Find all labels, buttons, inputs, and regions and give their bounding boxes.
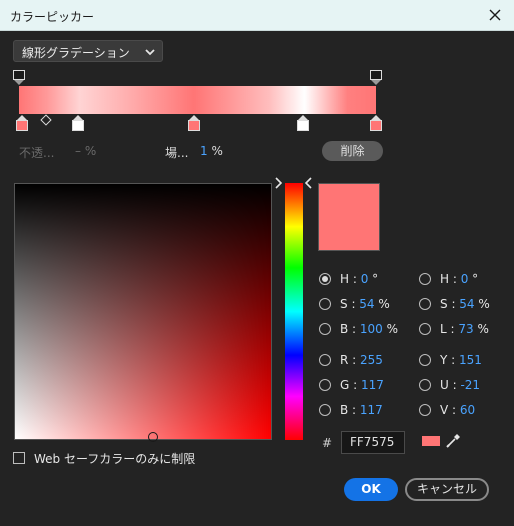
field-letter: L [440, 322, 447, 336]
opacity-field[interactable]: 不透... [19, 144, 54, 161]
radio-button[interactable] [419, 379, 431, 391]
field-value[interactable]: 0 [461, 272, 469, 286]
radio-button[interactable] [419, 323, 431, 335]
radio-button[interactable] [419, 298, 431, 310]
color-stop-3[interactable] [188, 115, 200, 131]
radio-button[interactable] [419, 354, 431, 366]
radio-button[interactable] [319, 298, 331, 310]
field-letter: H [340, 272, 350, 286]
color-field-marker[interactable] [148, 432, 158, 442]
gradient-type-dropdown[interactable]: 線形グラデーション [13, 40, 163, 62]
gradient-preview-bar[interactable] [19, 86, 376, 114]
field-value[interactable]: 151 [459, 353, 482, 367]
opacity-value-group: – % [75, 144, 96, 158]
radio-button[interactable] [319, 354, 331, 366]
title-bar: カラーピッカー [0, 0, 514, 31]
hex-input[interactable]: FF7575 [341, 431, 405, 454]
field-value[interactable]: 117 [361, 378, 384, 392]
current-color-swatch [318, 183, 380, 251]
hue-slider[interactable] [285, 183, 303, 440]
opacity-stop-left[interactable] [13, 70, 25, 86]
field-value[interactable]: 100 [360, 322, 383, 336]
radio-button[interactable] [319, 273, 331, 285]
location-value-group[interactable]: 1 % [200, 144, 223, 158]
color-stop-5[interactable] [370, 115, 382, 131]
color-field[interactable] [14, 183, 272, 440]
radio-button[interactable] [419, 273, 431, 285]
radio-button[interactable] [319, 379, 331, 391]
field-letter: G [340, 378, 350, 392]
web-safe-label[interactable]: Web セーフカラーのみに制限 [34, 450, 195, 467]
field-letter: S [340, 297, 348, 311]
hex-hash-label: # [322, 436, 333, 450]
close-icon [489, 9, 501, 21]
eyedropper-icon[interactable] [445, 431, 463, 449]
window-title: カラーピッカー [10, 10, 95, 24]
field-unit: ° [372, 272, 379, 286]
opacity-label: 不透... [19, 146, 55, 160]
location-value[interactable]: 1 [200, 144, 208, 158]
radio-button[interactable] [319, 323, 331, 335]
field-unit: % [478, 297, 490, 311]
cancel-button[interactable]: キャンセル [405, 478, 489, 501]
location-unit: % [211, 144, 223, 158]
field-value[interactable]: -21 [460, 378, 480, 392]
hue-slider-left-arrow[interactable] [274, 177, 284, 189]
opacity-value: – [75, 144, 81, 158]
opacity-stop-right[interactable] [370, 70, 382, 86]
field-value[interactable]: 73 [458, 322, 473, 336]
opacity-unit: % [84, 144, 97, 158]
gradient-type-value: 線形グラデーション [22, 46, 130, 60]
radio-button[interactable] [319, 404, 331, 416]
location-label: 場... [165, 146, 189, 160]
field-unit: ° [472, 272, 479, 286]
color-stop-1[interactable] [16, 115, 28, 131]
radio-button[interactable] [419, 404, 431, 416]
field-letter: S [440, 297, 448, 311]
field-value[interactable]: 54 [459, 297, 474, 311]
close-button[interactable] [484, 4, 506, 26]
field-letter: B [340, 322, 349, 336]
field-value[interactable]: 60 [460, 403, 475, 417]
field-unit: % [477, 322, 489, 336]
color-stop-2[interactable] [72, 115, 84, 131]
field-value[interactable]: 54 [359, 297, 374, 311]
field-unit: % [378, 297, 390, 311]
field-letter: V [440, 403, 449, 417]
field-letter: B [340, 403, 349, 417]
field-value[interactable]: 0 [361, 272, 369, 286]
hex-color-preview [422, 436, 440, 446]
delete-button[interactable]: 削除 [322, 141, 383, 161]
field-letter: U [440, 378, 449, 392]
field-unit: % [386, 322, 399, 336]
field-value[interactable]: 117 [360, 403, 383, 417]
hue-slider-right-arrow[interactable] [303, 177, 313, 189]
field-letter: R [340, 353, 349, 367]
midpoint-diamond[interactable] [40, 114, 52, 126]
color-stop-4[interactable] [297, 115, 309, 131]
location-label-group: 場... [165, 144, 188, 161]
field-letter: Y [440, 353, 448, 367]
chevron-down-icon [145, 49, 155, 56]
web-safe-checkbox[interactable] [13, 452, 25, 464]
field-letter: H [440, 272, 450, 286]
ok-button[interactable]: OK [344, 478, 398, 501]
field-value[interactable]: 255 [360, 353, 383, 367]
